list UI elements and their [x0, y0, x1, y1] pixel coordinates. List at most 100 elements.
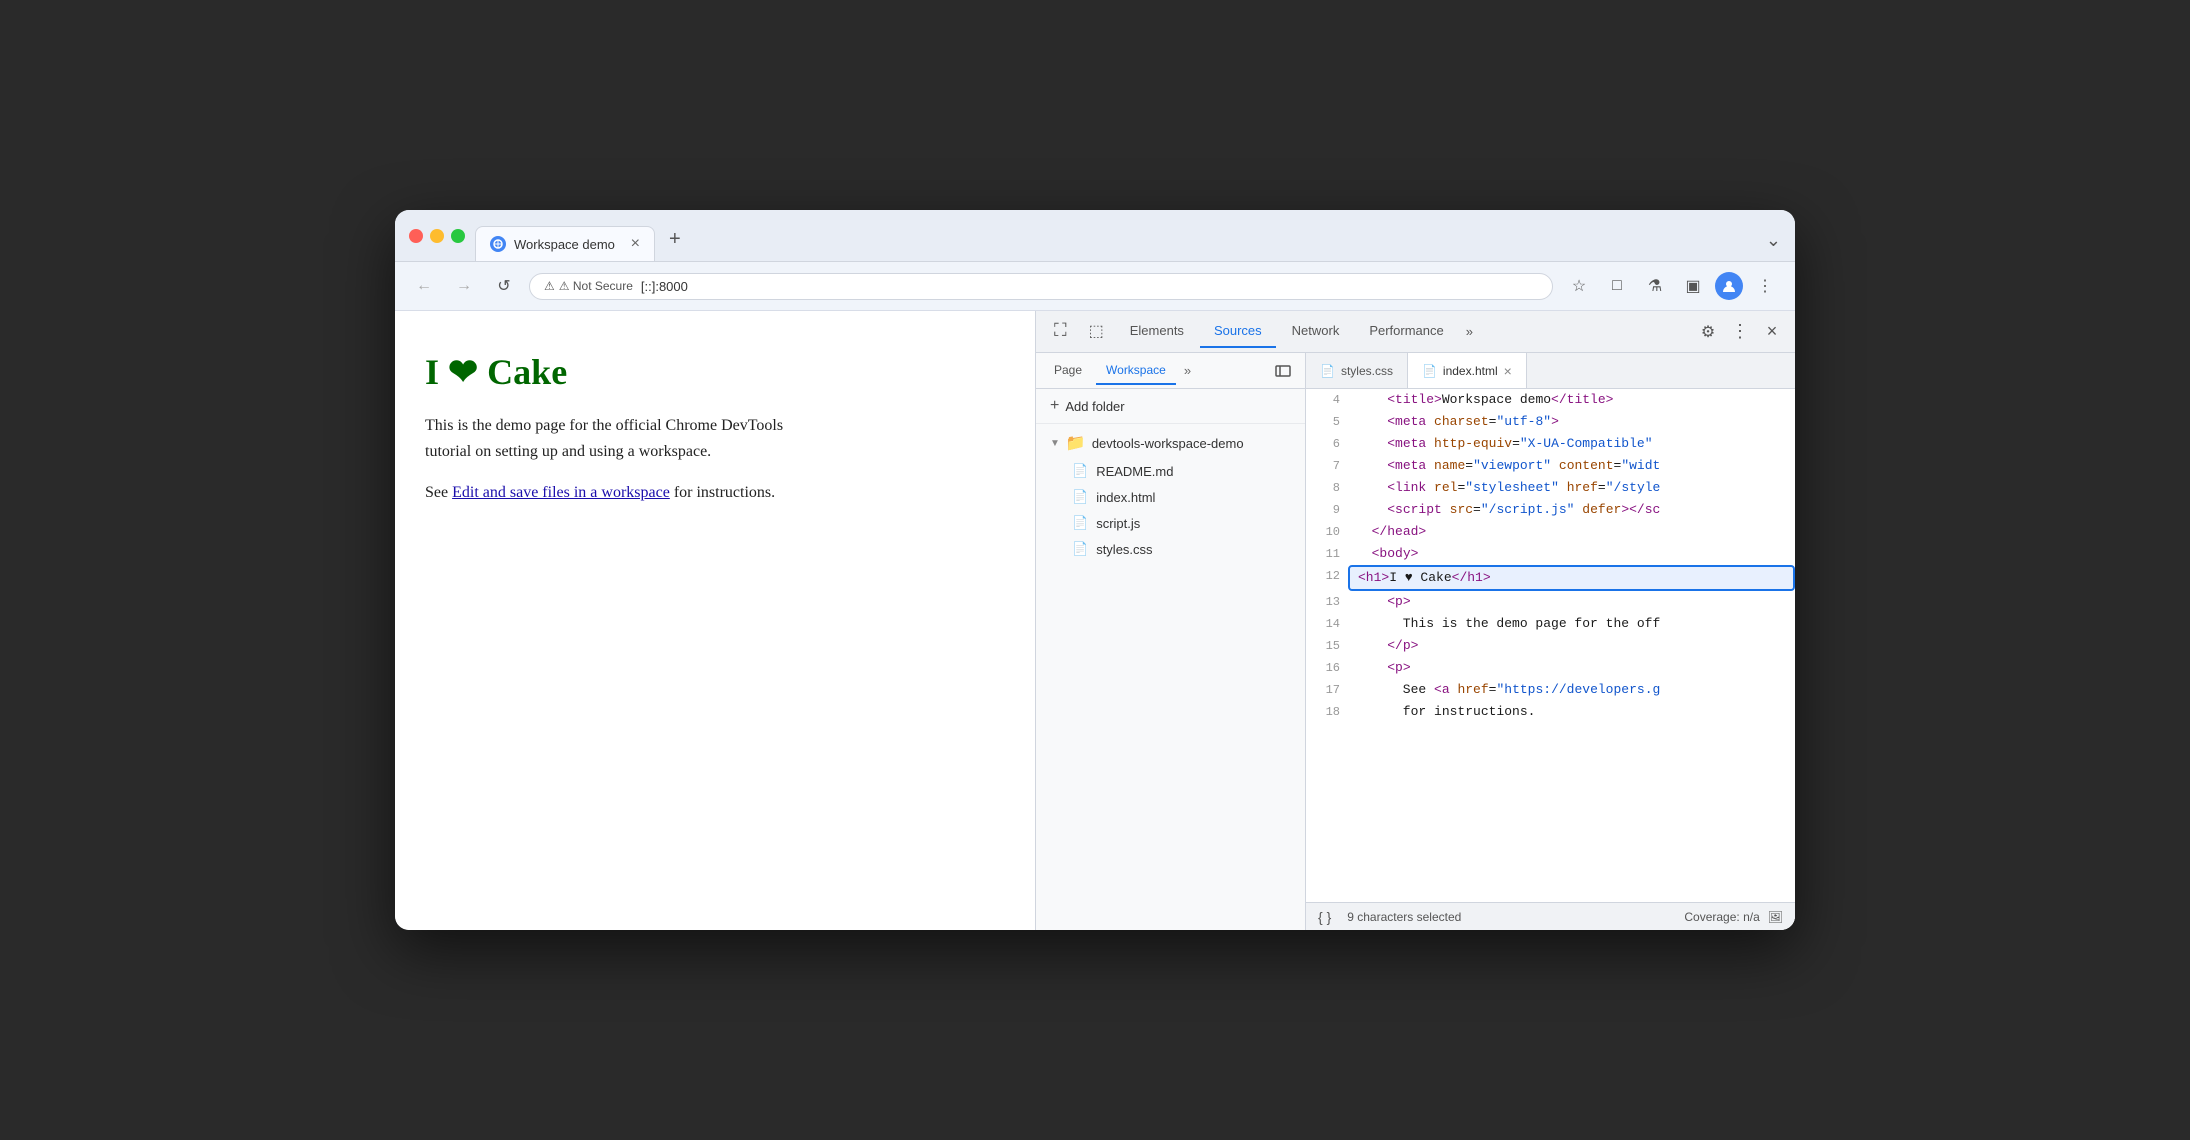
file-tree-content: 📁 devtools-workspace-demo 📄 README.md 📄 … [1036, 424, 1305, 930]
maximize-traffic-light[interactable] [451, 229, 465, 243]
line-content-13: <p> [1348, 591, 1795, 613]
code-line-11: 11 <body> [1306, 543, 1795, 565]
devtools-tab-network[interactable]: Network [1278, 315, 1354, 348]
traffic-lights [409, 229, 465, 253]
curly-braces-button[interactable]: { } [1318, 909, 1331, 925]
reload-button[interactable]: ↺ [489, 271, 519, 301]
active-tab[interactable]: Workspace demo × [475, 226, 655, 261]
code-line-4: 4 <title>Workspace demo</title> [1306, 389, 1795, 411]
line-num-5: 5 [1306, 411, 1348, 433]
devtools-settings-button[interactable]: ⚙ [1693, 317, 1723, 347]
line-content-7: <meta name="viewport" content="widt [1348, 455, 1795, 477]
ce-tab-index-icon: 📄 [1422, 364, 1437, 378]
file-item-styles[interactable]: 📄 styles.css [1036, 536, 1305, 562]
ft-sidebar-toggle[interactable] [1269, 357, 1297, 385]
code-line-6: 6 <meta http-equiv="X-UA-Compatible" [1306, 433, 1795, 455]
file-item-readme[interactable]: 📄 README.md [1036, 458, 1305, 484]
chrome-menu-button[interactable]: ⋮ [1749, 270, 1781, 302]
code-line-7: 7 <meta name="viewport" content="widt [1306, 455, 1795, 477]
main-content: I ❤ Cake This is the demo page for the o… [395, 311, 1795, 930]
line-num-12: 12 [1306, 565, 1348, 591]
line-content-5: <meta charset="utf-8"> [1348, 411, 1795, 433]
folder-icon: 📁 [1066, 433, 1086, 453]
tab-close-button[interactable]: × [631, 235, 640, 253]
ce-tab-index-label: index.html [1443, 364, 1498, 378]
address-bar[interactable]: ⚠ ⚠ Not Secure [::]:8000 [529, 273, 1553, 300]
close-traffic-light[interactable] [409, 229, 423, 243]
devtools-more-tabs[interactable]: » [1460, 320, 1479, 343]
tab-menu-button[interactable]: ⌄ [1766, 230, 1781, 261]
line-num-17: 17 [1306, 679, 1348, 701]
file-name-styles: styles.css [1096, 542, 1152, 557]
devtools-tab-sources[interactable]: Sources [1200, 315, 1276, 348]
line-num-6: 6 [1306, 433, 1348, 455]
ft-tab-page[interactable]: Page [1044, 357, 1092, 385]
file-tree: Page Workspace » + Add folder [1036, 353, 1306, 930]
page-heading: I ❤ Cake [425, 351, 1005, 393]
line-num-10: 10 [1306, 521, 1348, 543]
minimize-traffic-light[interactable] [430, 229, 444, 243]
devtools-close-button[interactable]: × [1757, 317, 1787, 347]
screenshot-button[interactable]: 🖼 [1768, 910, 1783, 924]
line-num-8: 8 [1306, 477, 1348, 499]
code-line-17: 17 See <a href="https://developers.g [1306, 679, 1795, 701]
ce-tab-styles[interactable]: 📄 styles.css [1306, 353, 1408, 388]
line-content-9: <script src="/script.js" defer></sc [1348, 499, 1795, 521]
devtools-more-button[interactable]: ⋮ [1725, 317, 1755, 347]
line-content-18: for instructions. [1348, 701, 1795, 723]
line-content-4: <title>Workspace demo</title> [1348, 389, 1795, 411]
webpage-content: I ❤ Cake This is the demo page for the o… [395, 311, 1035, 930]
code-editor-tabs: 📄 styles.css 📄 index.html × [1306, 353, 1795, 389]
extensions-button[interactable]: □ [1601, 270, 1633, 302]
security-label: ⚠ Not Secure [559, 279, 633, 293]
ft-more-tabs[interactable]: » [1180, 359, 1195, 382]
ce-tab-close-button[interactable]: × [1504, 363, 1512, 379]
line-num-9: 9 [1306, 499, 1348, 521]
line-num-14: 14 [1306, 613, 1348, 635]
avatar-button[interactable] [1715, 272, 1743, 300]
file-name-script: script.js [1096, 516, 1140, 531]
line-num-18: 18 [1306, 701, 1348, 723]
devtools-tab-performance[interactable]: Performance [1355, 315, 1457, 348]
back-button[interactable]: ← [409, 271, 439, 301]
devtools-panel: ⛶ ⬚ Elements Sources Network Performance… [1035, 311, 1795, 930]
forward-button[interactable]: → [449, 271, 479, 301]
heading-text: I ❤ Cake [425, 352, 567, 392]
code-line-14: 14 This is the demo page for the off [1306, 613, 1795, 635]
line-content-14: This is the demo page for the off [1348, 613, 1795, 635]
add-folder-button[interactable]: + Add folder [1036, 389, 1305, 424]
security-indicator: ⚠ ⚠ Not Secure [544, 279, 633, 293]
file-item-index[interactable]: 📄 index.html [1036, 484, 1305, 510]
url-display: [::]:8000 [641, 279, 1538, 294]
new-tab-button[interactable]: + [657, 220, 693, 261]
lab-button[interactable]: ⚗ [1639, 270, 1671, 302]
code-editor: 📄 styles.css 📄 index.html × 4 [1306, 353, 1795, 930]
line-content-17: See <a href="https://developers.g [1348, 679, 1795, 701]
bookmark-button[interactable]: ☆ [1563, 270, 1595, 302]
code-line-5: 5 <meta charset="utf-8"> [1306, 411, 1795, 433]
folder-item[interactable]: 📁 devtools-workspace-demo [1036, 428, 1305, 458]
code-line-8: 8 <link rel="stylesheet" href="/style [1306, 477, 1795, 499]
ce-tab-styles-label: styles.css [1341, 364, 1393, 378]
devtools-inspect-btn[interactable]: ⛶ [1044, 316, 1077, 347]
file-icon-readme: 📄 [1072, 463, 1088, 479]
code-line-10: 10 </head> [1306, 521, 1795, 543]
file-item-script[interactable]: 📄 script.js [1036, 510, 1305, 536]
devtools-statusbar: { } 9 characters selected Coverage: n/a … [1306, 902, 1795, 930]
sidebar-button[interactable]: ▣ [1677, 270, 1709, 302]
line-content-12: <h1>I ♥ Cake</h1> [1348, 565, 1795, 591]
browser-window: Workspace demo × + ⌄ ← → ↺ ⚠ ⚠ Not Secur… [395, 210, 1795, 930]
file-tree-tabs: Page Workspace » [1036, 353, 1305, 389]
line-num-11: 11 [1306, 543, 1348, 565]
code-content: 4 <title>Workspace demo</title> 5 <meta … [1306, 389, 1795, 902]
devtools-device-btn[interactable]: ⬚ [1079, 317, 1114, 347]
line-content-8: <link rel="stylesheet" href="/style [1348, 477, 1795, 499]
tab-favicon [490, 236, 506, 252]
workspace-link[interactable]: Edit and save files in a workspace [452, 484, 670, 501]
ce-tab-index[interactable]: 📄 index.html × [1408, 353, 1527, 388]
ft-tab-workspace[interactable]: Workspace [1096, 357, 1176, 385]
line-content-6: <meta http-equiv="X-UA-Compatible" [1348, 433, 1795, 455]
code-line-13: 13 <p> [1306, 591, 1795, 613]
line-num-13: 13 [1306, 591, 1348, 613]
devtools-tab-elements[interactable]: Elements [1116, 315, 1198, 348]
